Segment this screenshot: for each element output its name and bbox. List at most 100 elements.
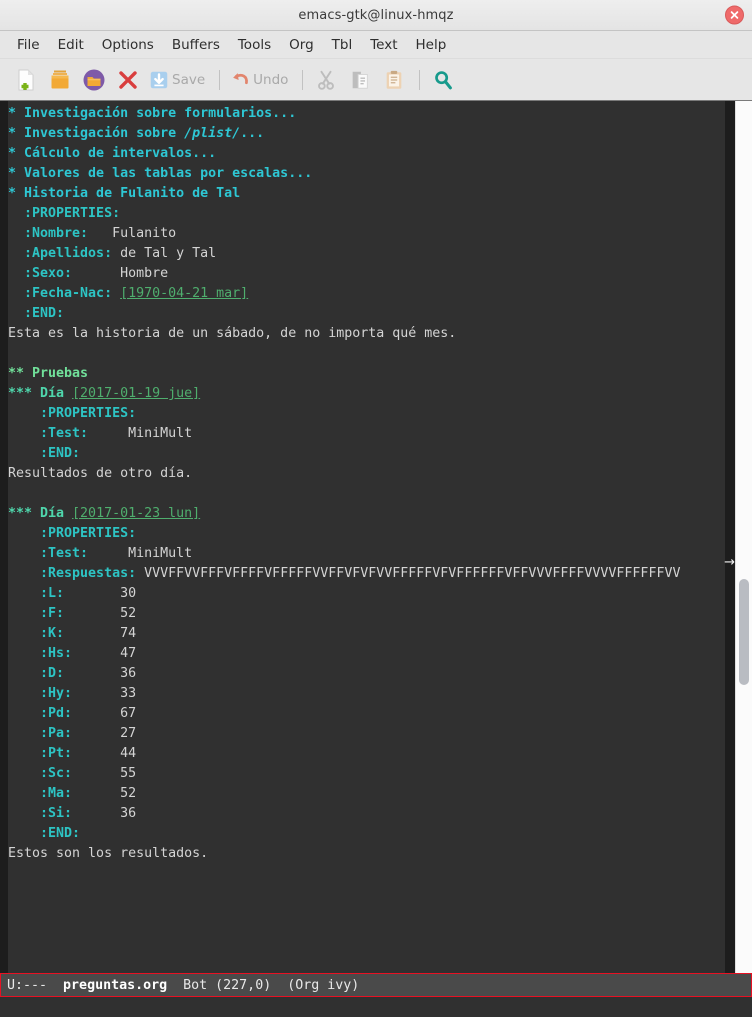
echo-area[interactable]: [0, 997, 752, 1017]
properties-drawer-end: :END:: [8, 446, 81, 461]
heading-level1-label: * Investigación sobre formularios...: [8, 106, 297, 121]
close-icon[interactable]: [725, 5, 744, 25]
property-key: :L:: [8, 586, 113, 601]
toolbar-separator: [219, 69, 221, 90]
property-value: de Tal y Tal: [112, 246, 217, 261]
property-row: :Test: MiniMult: [8, 424, 725, 444]
scrollbar-thumb[interactable]: [739, 579, 749, 685]
cut-icon: [317, 70, 334, 90]
toolbar-separator-3: [419, 69, 421, 90]
property-key: :Ma:: [8, 786, 113, 801]
property-row: :L: 30: [8, 584, 725, 604]
property-value: 67: [112, 706, 137, 721]
intro-text: Esta es la historia de un sábado, de no …: [8, 326, 457, 341]
heading-level3-label: *** Día: [8, 506, 73, 521]
org-buffer-content: * Investigación sobre formularios... * In…: [8, 104, 725, 864]
org-heading-dia-2: *** Día [2017-01-23 lun]: [8, 504, 725, 524]
org-heading-4: * Valores de las tablas por escalas...: [8, 164, 725, 184]
menu-tbl[interactable]: Tbl: [323, 35, 362, 55]
toolbar-separator-2: [302, 69, 304, 90]
modeline-buffer-name[interactable]: preguntas.org: [63, 978, 167, 993]
property-row: :Pd: 67: [8, 704, 725, 724]
property-value: 74: [112, 626, 137, 641]
property-key: :Test:: [8, 546, 121, 561]
property-value: Fulanito: [112, 226, 177, 241]
org-heading-pruebas: ** Pruebas: [8, 364, 725, 384]
property-row: :F: 52: [8, 604, 725, 624]
menu-bar: File Edit Options Buffers Tools Org Tbl …: [0, 31, 752, 59]
modeline-modes: (Org ivy): [287, 977, 360, 993]
day1-body-text: Resultados de otro día.: [8, 466, 193, 481]
property-row: :Sc: 55: [8, 764, 725, 784]
close-buffer-button[interactable]: [112, 64, 143, 95]
paste-button[interactable]: [378, 64, 409, 95]
properties-end-with-cursor: :END:: [8, 824, 725, 844]
property-key: :Apellidos:: [8, 246, 113, 261]
property-value: 52: [112, 606, 137, 621]
properties-drawer-begin: :PROPERTIES:: [8, 526, 137, 541]
properties-begin: :PROPERTIES:: [8, 204, 725, 224]
left-fringe: [0, 101, 8, 973]
property-key: :Pa:: [8, 726, 113, 741]
menu-tools[interactable]: Tools: [229, 35, 280, 55]
title-bar: emacs-gtk@linux-hmqz: [0, 0, 752, 31]
menu-help[interactable]: Help: [407, 35, 456, 55]
open-file-button[interactable]: [44, 64, 75, 95]
search-button[interactable]: [427, 64, 458, 95]
org-heading-2: * Investigación sobre /plist/...: [8, 124, 725, 144]
save-label: Save: [172, 71, 206, 88]
menu-text[interactable]: Text: [361, 35, 406, 55]
copy-icon: [352, 71, 368, 89]
property-value: MiniMult: [120, 426, 193, 441]
cut-button[interactable]: [310, 64, 341, 95]
property-key: :K:: [8, 626, 113, 641]
org-heading-5: * Historia de Fulanito de Tal: [8, 184, 725, 204]
properties-drawer-end: :END:: [8, 306, 65, 321]
menu-edit[interactable]: Edit: [49, 35, 93, 55]
property-row-respuestas: :Respuestas: VVVFFVVFFFVFFFFVFFFFFVVFFVF…: [8, 564, 725, 584]
undo-button[interactable]: Undo: [227, 64, 292, 95]
menu-buffers[interactable]: Buffers: [163, 35, 229, 55]
respuestas-value: VVVFFVVFFFVFFFFVFFFFFVVFFVFVFVVFFFFFVFVF…: [136, 566, 681, 581]
property-key: :Hs:: [8, 646, 113, 661]
paste-icon: [386, 70, 402, 89]
menu-org[interactable]: Org: [280, 35, 323, 55]
property-row: :Pa: 27: [8, 724, 725, 744]
vertical-scrollbar[interactable]: [735, 101, 752, 973]
org-date-link[interactable]: [2017-01-19 jue]: [72, 386, 200, 401]
property-key: :Pt:: [8, 746, 113, 761]
property-row: :Hs: 47: [8, 644, 725, 664]
org-date-link[interactable]: [1970-04-21 mar]: [120, 286, 248, 301]
property-value: 47: [112, 646, 137, 661]
save-button[interactable]: Save: [146, 64, 209, 95]
property-row: :Sexo: Hombre: [8, 264, 725, 284]
property-row: :K: 74: [8, 624, 725, 644]
emacs-text-area: * Investigación sobre formularios... * In…: [0, 101, 752, 973]
open-directory-button[interactable]: [78, 64, 109, 95]
heading-level1-label: * Valores de las tablas por escalas...: [8, 166, 313, 181]
property-key: :Pd:: [8, 706, 113, 721]
mode-line: U:--- preguntas.org Bot (227,0) (Org ivy…: [0, 973, 752, 997]
org-date-link[interactable]: [2017-01-23 lun]: [72, 506, 200, 521]
property-key: :Hy:: [8, 686, 113, 701]
properties-drawer-begin: :PROPERTIES:: [8, 406, 137, 421]
heading-level3-label: *** Día: [8, 386, 73, 401]
copy-button[interactable]: [344, 64, 375, 95]
properties-begin: :PROPERTIES:: [8, 404, 725, 424]
properties-begin: :PROPERTIES:: [8, 524, 725, 544]
heading-level2-label: ** Pruebas: [8, 366, 89, 381]
menu-options[interactable]: Options: [93, 35, 163, 55]
buffer-text[interactable]: * Investigación sobre formularios... * In…: [8, 101, 725, 973]
body-paragraph: Resultados de otro día.: [8, 464, 725, 484]
new-file-button[interactable]: [10, 64, 41, 95]
save-icon: [150, 71, 168, 88]
property-row: :Test: MiniMult: [8, 544, 725, 564]
property-key: :Sexo:: [8, 266, 113, 281]
property-value: MiniMult: [120, 546, 193, 561]
property-row: :Apellidos: de Tal y Tal: [8, 244, 725, 264]
org-heading-3: * Cálculo de intervalos...: [8, 144, 725, 164]
properties-drawer-begin: :PROPERTIES:: [8, 206, 121, 221]
menu-file[interactable]: File: [8, 35, 49, 55]
heading-level1-label: * Cálculo de intervalos...: [8, 146, 217, 161]
